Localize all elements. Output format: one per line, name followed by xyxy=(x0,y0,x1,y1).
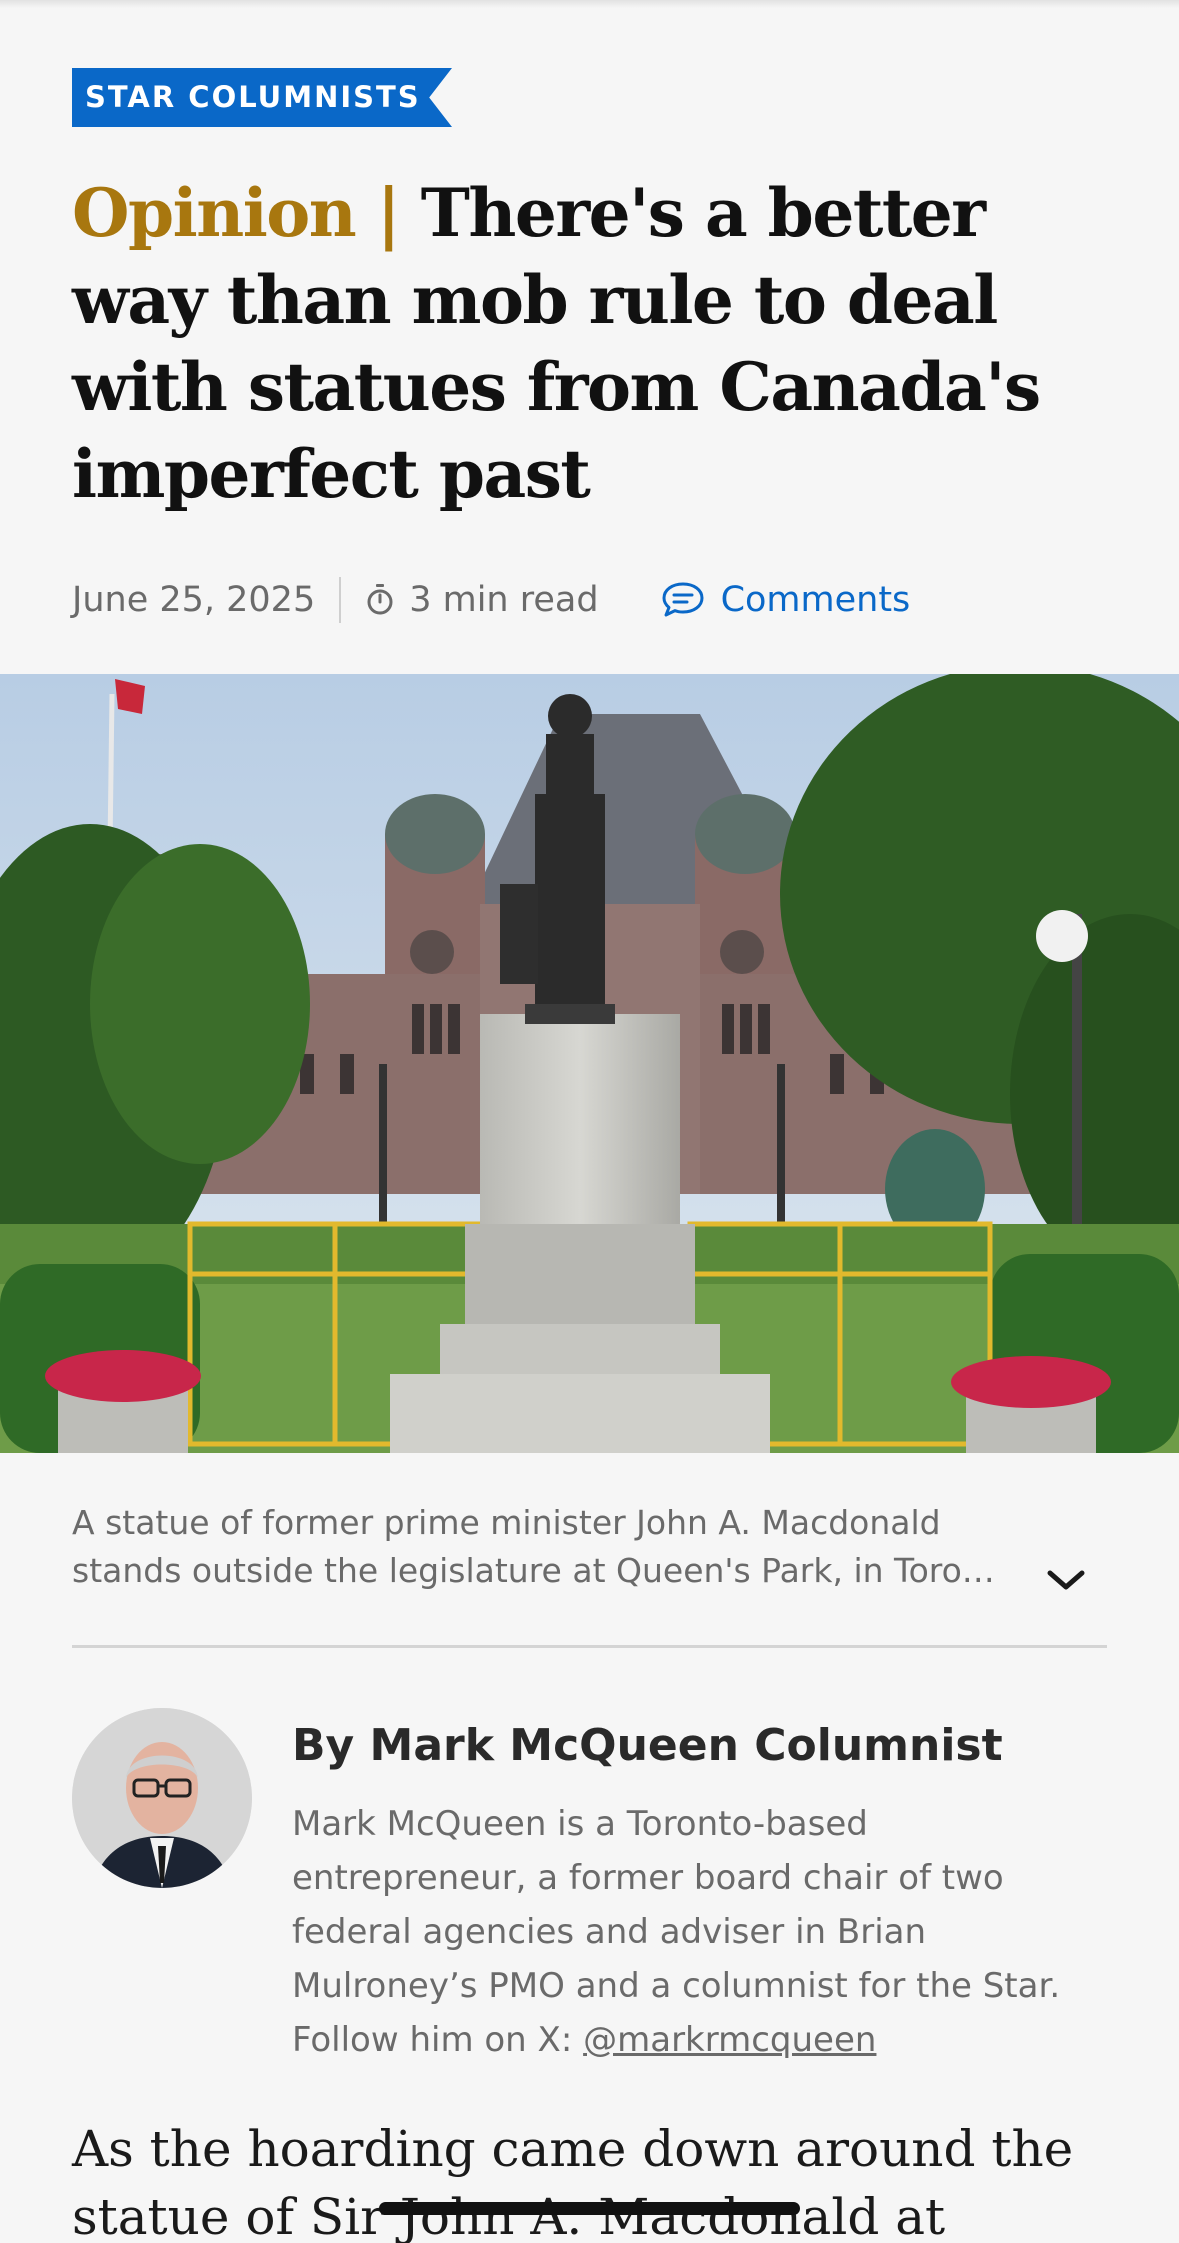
comment-icon xyxy=(662,582,704,617)
caption-divider xyxy=(72,1645,1107,1648)
publish-date: June 25, 2025 xyxy=(72,580,316,620)
timer-icon xyxy=(365,583,395,617)
section-tag[interactable]: STAR COLUMNISTS xyxy=(72,68,452,127)
author-avatar[interactable] xyxy=(72,1708,252,1888)
home-indicator[interactable] xyxy=(379,2202,800,2215)
article-headline: Opinion | There's a better way than mob … xyxy=(72,170,1122,518)
top-shadow xyxy=(0,0,1179,8)
opinion-label: Opinion | xyxy=(72,174,401,252)
author-byline[interactable]: By Mark McQueen Columnist xyxy=(292,1720,1003,1771)
article-first-paragraph: As the hoarding came down around the sta… xyxy=(72,2120,1074,2243)
photo-caption: A statue of former prime minister John A… xyxy=(72,1499,1032,1595)
author-bio: Mark McQueen is a Toronto-based entrepre… xyxy=(292,1797,1072,2067)
hero-photo[interactable] xyxy=(0,674,1179,1453)
meta-divider xyxy=(339,577,342,623)
read-time: 3 min read xyxy=(409,580,599,620)
comments-label: Comments xyxy=(720,580,911,620)
comments-link[interactable]: Comments xyxy=(661,580,911,620)
author-x-handle-link[interactable]: @markrmcqueen xyxy=(583,2020,876,2060)
caption-line-2: stands outside the legislature at Queen'… xyxy=(72,1551,995,1590)
chevron-down-icon[interactable] xyxy=(1044,1565,1088,1595)
caption-line-1: A statue of former prime minister John A… xyxy=(72,1503,941,1542)
article-meta: June 25, 2025 3 min read Comments xyxy=(72,572,910,628)
